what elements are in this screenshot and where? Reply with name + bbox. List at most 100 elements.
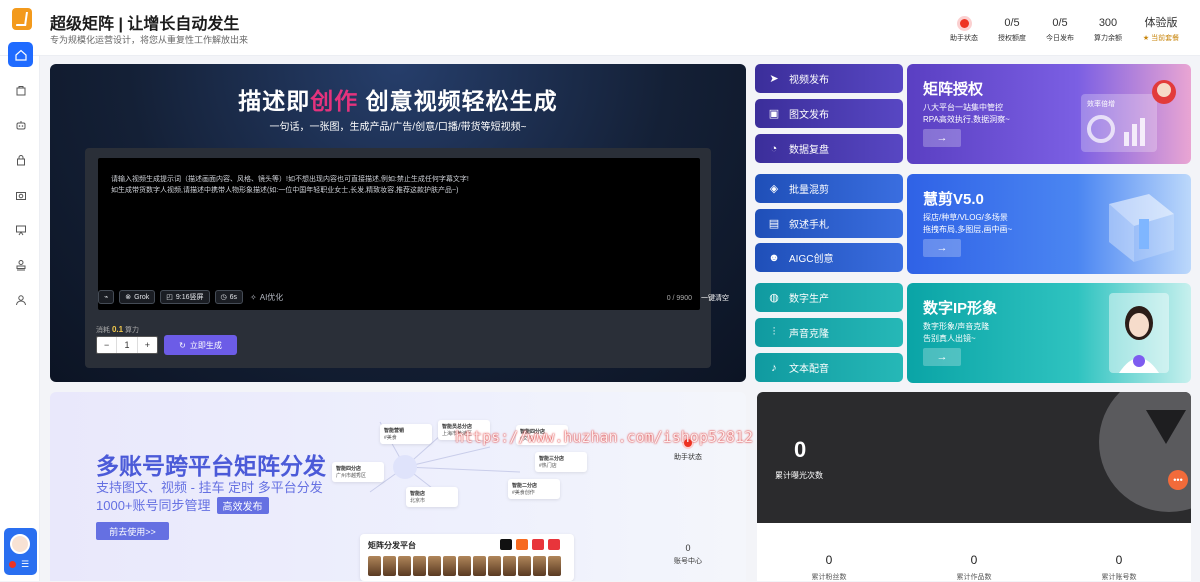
status-dot-icon <box>959 19 969 28</box>
sparkle-icon: ✧ <box>250 292 257 302</box>
matrix-distribution-panel: 智能营销 #美食 智能员总分店 上海市黄浦区 智能四分店 #文化 智能二分店 #美食创作… <box>50 392 746 581</box>
avatar-illustration <box>1109 293 1169 373</box>
feature-narration[interactable]: ▤ 叙述手札 <box>755 209 903 238</box>
feature-batch-mix[interactable]: ◈ 批量混剪 <box>755 174 903 203</box>
hero-subtitle: 一句话，一张图，生成产品/广告/创意/口播/带货等短视频~ <box>269 122 527 133</box>
promo-smart-edit[interactable]: 慧剪V5.0 探店/种草/VLOG/多场景 拖拽布局,多图层,画中画~ → <box>907 174 1191 274</box>
account-node: 智能营销 #美食 <box>380 424 432 444</box>
sidebar-home-icon[interactable] <box>8 42 33 67</box>
account-node: 智能二分店 #美食创作 <box>508 479 560 499</box>
hero-title: 描述即创作 创意视频轻松生成 <box>238 88 558 114</box>
account-node: 智能店 北京市 <box>406 487 458 507</box>
discord-icon: ☻ <box>768 251 780 264</box>
account-center[interactable]: 0 账号中心 <box>658 543 718 566</box>
sidebar-user-icon[interactable] <box>8 287 33 312</box>
feature-voice-clone[interactable]: ⫶ 声音克隆 <box>755 318 903 347</box>
promo-matrix-auth[interactable]: 矩阵授权 八大平台一站集中管控 RPA高效执行,数据洞察~ → 效率倍增 <box>907 64 1191 164</box>
prompt-placeholder: 请输入视频生成提示词（描述画面内容、风格、镜头等）!如不想出现内容也可直接描述,… <box>111 176 469 194</box>
stat-works: 0 累计作品数 <box>956 553 992 581</box>
stat-fans: 0 累计粉丝数 <box>811 553 847 581</box>
status-dot-icon <box>9 561 16 568</box>
svg-text:效率倍增: 效率倍增 <box>1087 99 1115 108</box>
sidebar-user-card[interactable]: ☰ <box>4 528 37 575</box>
clock-icon: ◷ <box>220 294 227 301</box>
page-subtitle: 专为规模化运营设计，将您从重复性工作解放出来 <box>50 35 249 45</box>
matrix-title: 多账号跨平台矩阵分发 <box>96 453 326 479</box>
chart-icon: ◔ <box>770 142 778 155</box>
stat-auth-quota: 0/5 授权额度 <box>998 17 1026 42</box>
account-node: 智能四分店 广州市越秀区 <box>332 462 384 482</box>
sidebar-stamp-icon[interactable] <box>8 252 33 277</box>
matrix-tag: 高效发布 <box>216 497 269 514</box>
duration-select[interactable]: ◷ 6s <box>214 290 244 304</box>
matrix-line2: 1000+账号同步管理 高效发布 <box>96 495 269 514</box>
model-icon: ⊗ <box>125 294 132 301</box>
app-logo-icon[interactable] <box>12 8 32 30</box>
notebook-icon: ▤ <box>768 218 780 230</box>
avatar[interactable] <box>10 534 30 554</box>
promo-arrow-button[interactable]: → <box>923 239 961 257</box>
feature-digital-production[interactable]: ◍ 数字生产 <box>755 283 903 312</box>
stat-current-plan[interactable]: 体验版 ★ 当前套餐 <box>1132 16 1190 43</box>
feature-video-publish[interactable]: ➤ 视频发布 <box>755 64 903 93</box>
promo-arrow-button[interactable]: → <box>923 348 961 366</box>
menu-icon[interactable]: ☰ <box>21 559 29 570</box>
sidebar-lock-icon[interactable] <box>8 147 33 172</box>
chat-icon[interactable]: ••• <box>1168 470 1188 490</box>
attach-button[interactable]: ⌁ <box>98 290 115 304</box>
page-title: 超级矩阵 | 让增长自动发生 <box>50 16 240 33</box>
watermark-text: https://www.huzhan.com/ishop52812 <box>455 428 754 446</box>
microphone-icon: ♪ <box>771 361 777 374</box>
increment-button[interactable]: + <box>138 337 157 353</box>
platform-card: 矩阵分发平台 <box>360 534 574 581</box>
promo-digital-ip[interactable]: 数字IP形象 数字形象/声音克隆 告别真人出镜~ → <box>907 283 1191 383</box>
crown-icon: ★ <box>1142 35 1150 42</box>
kuaishou-icon <box>516 539 528 550</box>
feature-image-publish[interactable]: ▣ 图文发布 <box>755 99 903 128</box>
exposure-value: 0 <box>794 437 807 462</box>
ai-optimize-button[interactable]: ✧ AI优化 <box>250 290 283 304</box>
prompt-input[interactable]: 请输入视频生成提示词（描述画面内容、风格、镜头等）!如不想出现内容也可直接描述,… <box>98 158 700 310</box>
dashboard-illustration: 效率倍增 <box>1081 80 1176 152</box>
cost-label: 消耗 0.1 算力 <box>96 325 140 334</box>
stat-compute-balance: 300 算力余额 <box>1094 17 1122 42</box>
clear-button[interactable]: 一键清空 <box>701 293 729 303</box>
image-icon: ▣ <box>768 108 780 120</box>
waveform-icon: ⫶ <box>772 326 776 338</box>
feature-text-dubbing[interactable]: ♪ 文本配音 <box>755 353 903 382</box>
sidebar-camera-icon[interactable] <box>8 182 33 207</box>
editor-illustration <box>1109 194 1174 262</box>
stat-today-publish: 0/5 今日发布 <box>1046 17 1074 42</box>
quantity-value[interactable]: 1 <box>116 337 138 353</box>
play-logo-icon <box>1146 410 1186 444</box>
go-use-button[interactable]: 前去使用>> <box>96 522 169 540</box>
sidebar-presentation-icon[interactable] <box>8 217 33 242</box>
stat-accounts: 0 累计账号数 <box>1101 553 1137 581</box>
douyin-icon <box>500 539 512 550</box>
feature-aigc[interactable]: ☻ AIGC创意 <box>755 243 903 272</box>
xiaohongshu-icon <box>532 539 544 550</box>
char-count: 0 / 9900 <box>666 295 692 302</box>
prompt-toolbar: ⌁ ⊗ Grok ◰ 9:16竖屏 ◷ 6s ✧ AI优化 <box>98 290 283 304</box>
decrement-button[interactable]: − <box>97 337 116 353</box>
exposure-panel: 0 累计曝光次数 <box>757 392 1191 523</box>
top-bar: 超级矩阵 | 让增长自动发生 专为规模化运营设计，将您从重复性工作解放出来 助手… <box>0 0 1200 56</box>
matrix-line1: 支持图文、视频 - 挂车 定时 多平台分发 <box>96 480 323 495</box>
promo-arrow-button[interactable]: → <box>923 129 961 147</box>
sidebar-robot-icon[interactable] <box>8 112 33 137</box>
video-channel-icon <box>548 539 560 550</box>
ratio-select[interactable]: ◰ 9:16竖屏 <box>160 290 210 304</box>
sidebar-bag-icon[interactable] <box>8 77 33 102</box>
stat-assistant-status[interactable]: 助手状态 <box>940 16 988 43</box>
globe-icon: ◍ <box>769 292 779 304</box>
quantity-stepper: − 1 + <box>96 336 158 354</box>
refresh-icon: ↻ <box>179 340 186 350</box>
model-select[interactable]: ⊗ Grok <box>119 290 156 304</box>
layers-icon: ◈ <box>769 183 779 195</box>
send-icon: ➤ <box>769 73 779 85</box>
account-node: 智能三分店 #热门店 <box>535 452 587 472</box>
generate-button[interactable]: ↻ 立即生成 <box>164 335 237 355</box>
exposure-label: 累计曝光次数 <box>775 471 823 480</box>
paperclip-icon: ⌁ <box>104 294 109 301</box>
feature-data-review[interactable]: ◔ 数据复盘 <box>755 134 903 163</box>
